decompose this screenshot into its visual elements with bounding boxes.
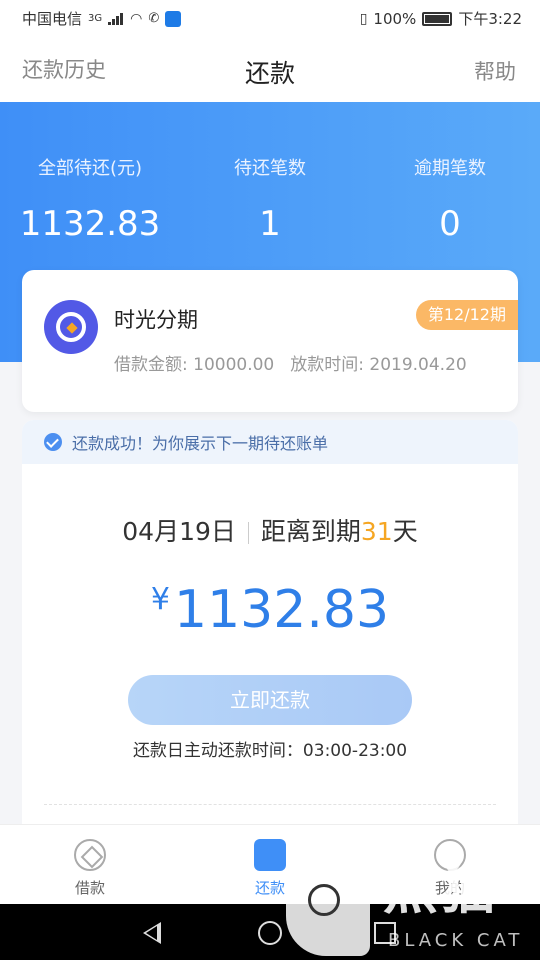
recent-apps-icon[interactable] <box>374 922 396 944</box>
battery-percent: 100% <box>373 9 417 28</box>
repay-icon <box>254 839 286 871</box>
total-due-value: 1132.83 <box>19 204 161 244</box>
total-due-stat: 全部待还(元) 1132.83 <box>0 154 180 244</box>
status-bar: 中国电信 3G ◠ ✆ ▯ 100% 下午3:22 <box>0 0 540 36</box>
network-type: 3G <box>88 13 103 24</box>
signal-icon <box>108 12 124 25</box>
due-count-label: 待还笔数 <box>234 158 306 179</box>
overdue-count-stat: 逾期笔数 0 <box>360 154 540 244</box>
home-icon[interactable] <box>258 921 282 945</box>
due-amount-value: 1132.83 <box>174 580 390 640</box>
currency-symbol: ¥ <box>150 582 171 617</box>
due-count-stat: 待还笔数 1 <box>180 154 360 244</box>
battery-icon <box>422 11 453 26</box>
period-badge: 第12/12期 <box>415 300 518 330</box>
due-count-value: 1 <box>259 204 281 244</box>
top-header: 还款 还款历史 帮助 <box>0 36 540 102</box>
divider <box>247 522 249 544</box>
repay-history-link[interactable]: 还款历史 <box>22 54 106 84</box>
loan-info: 借款金额: 10000.00 放款时间: 2019.04.20 <box>114 350 467 375</box>
system-nav-bar <box>0 904 540 960</box>
bottom-nav: 借款 还款 我的 <box>0 824 540 904</box>
due-date: 04月19日 <box>122 517 236 546</box>
vibrate-icon: ▯ <box>359 10 368 27</box>
nav-tab-profile[interactable]: 我的 <box>390 839 510 898</box>
loan-amount: 借款金额: 10000.00 <box>114 355 275 375</box>
carrier-name: 中国电信 <box>22 10 83 28</box>
profile-icon <box>434 839 466 871</box>
countdown-days: 31 <box>360 517 393 546</box>
due-date-line: 04月19日 距离到期31天 <box>22 512 518 548</box>
repay-time-hint: 还款日主动还款时间：03:00-23:00 <box>132 741 408 761</box>
back-icon[interactable] <box>143 922 161 944</box>
loan-icon <box>74 839 106 871</box>
overdue-count-value: 0 <box>439 204 461 244</box>
nav-tab-repay-label: 还款 <box>254 879 285 897</box>
dashed-divider <box>44 804 496 805</box>
nav-tab-loan-label: 借款 <box>74 879 105 897</box>
countdown-suffix: 天 <box>392 517 418 546</box>
nav-tab-repay[interactable]: 还款 <box>210 839 330 898</box>
check-icon <box>44 433 62 451</box>
countdown-prefix: 距离到期 <box>260 517 361 546</box>
clock: 下午3:22 <box>458 10 522 28</box>
success-notice-text: 还款成功！为你展示下一期待还账单 <box>72 434 329 453</box>
bill-section: 还款成功！为你展示下一期待还账单 04月19日 距离到期31天 ¥1132.83 … <box>22 420 518 840</box>
wifi-icon: ◠ <box>130 10 143 27</box>
repay-now-button[interactable]: 立即还款 <box>128 675 412 725</box>
nav-tab-loan[interactable]: 借款 <box>30 839 150 898</box>
security-app-icon <box>165 10 182 27</box>
loan-card[interactable]: 时光分期 第12/12期 借款金额: 10000.00 放款时间: 2019.0… <box>22 270 518 412</box>
product-name: 时光分期 <box>114 308 198 332</box>
product-logo-icon <box>44 300 98 354</box>
missed-call-icon: ✆ <box>148 11 160 26</box>
total-due-label: 全部待还(元) <box>37 158 143 179</box>
help-link[interactable]: 帮助 <box>474 56 516 86</box>
overdue-count-label: 逾期笔数 <box>414 158 486 179</box>
loan-date: 放款时间: 2019.04.20 <box>290 355 467 375</box>
nav-tab-profile-label: 我的 <box>434 879 465 897</box>
success-notice: 还款成功！为你展示下一期待还账单 <box>22 420 518 464</box>
due-amount: ¥1132.83 <box>22 580 518 640</box>
